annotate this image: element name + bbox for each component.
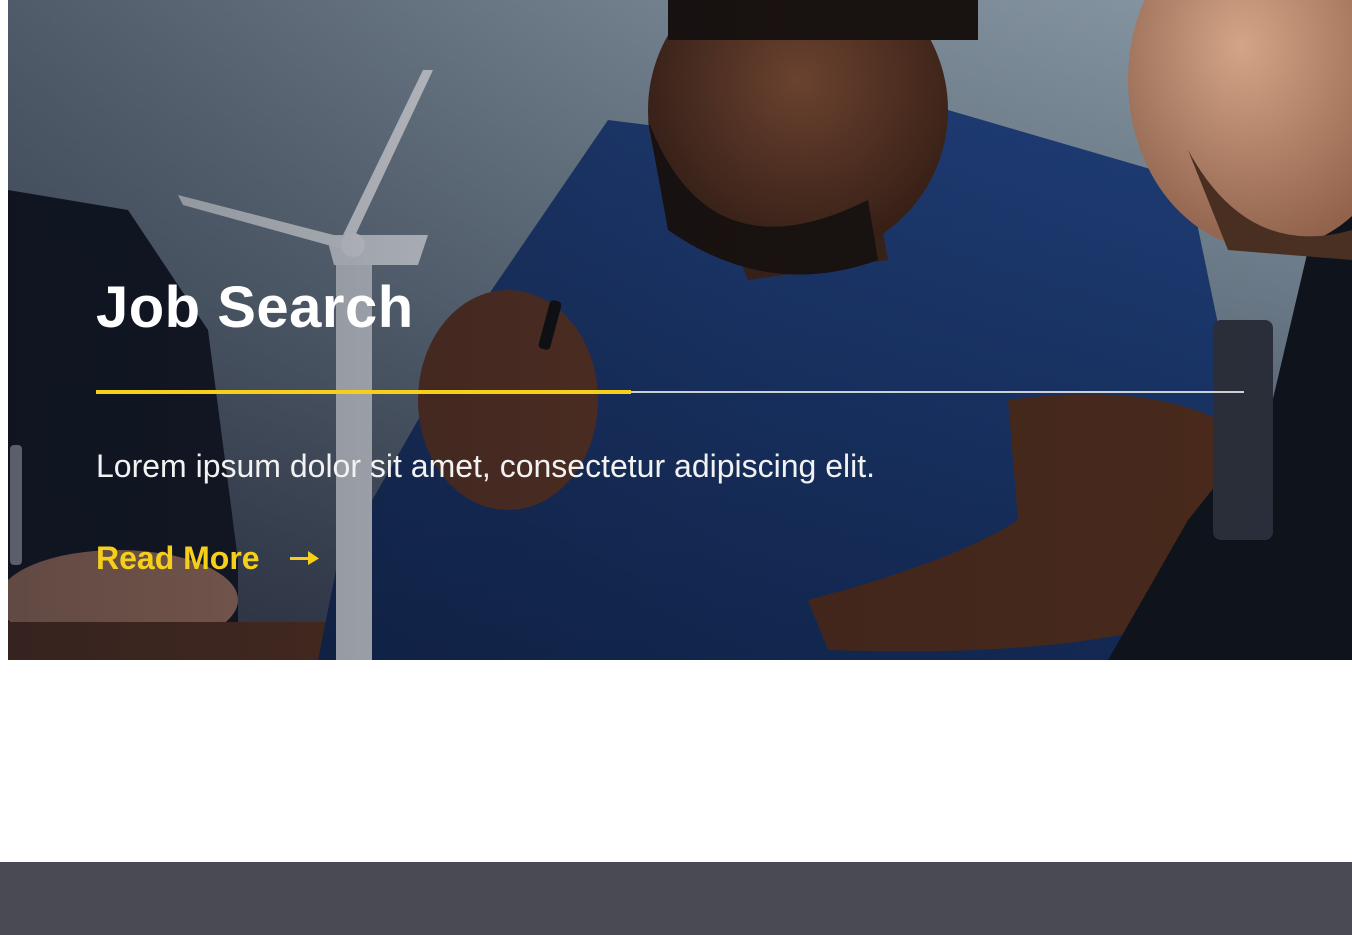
hero-description: Lorem ipsum dolor sit amet, consectetur … bbox=[96, 448, 876, 484]
footer-bar bbox=[0, 862, 1352, 935]
hero-title: Job Search bbox=[96, 275, 414, 340]
hero-banner: Job Search Lorem ipsum dolor sit amet, c… bbox=[8, 0, 1352, 660]
divider-progress-fill bbox=[96, 390, 631, 394]
progress-divider bbox=[96, 390, 1244, 394]
page: Job Search Lorem ipsum dolor sit amet, c… bbox=[0, 0, 1352, 935]
hero-content: Job Search Lorem ipsum dolor sit amet, c… bbox=[96, 272, 1246, 578]
arrow-right-icon bbox=[289, 551, 319, 565]
read-more-link[interactable]: Read More bbox=[96, 538, 320, 578]
read-more-label: Read More bbox=[96, 540, 260, 576]
